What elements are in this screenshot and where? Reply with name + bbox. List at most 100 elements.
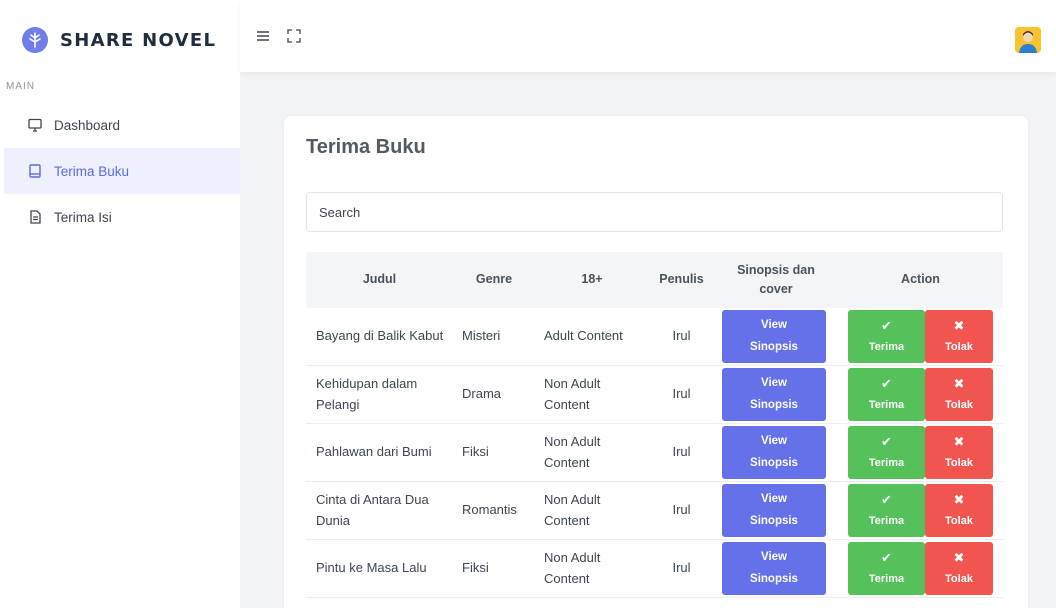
cell-penulis: Irul [649, 539, 714, 598]
sinopsis-label: Sinopsis [750, 398, 798, 411]
table-row: Cinta di Antara Dua Dunia Romantis Non A… [306, 481, 1003, 540]
header-penulis: Penulis [649, 252, 714, 308]
cell-sinopsis: View Sinopsis [714, 539, 838, 598]
header-judul: Judul [306, 252, 453, 308]
cell-18plus: Non Adult Content [535, 365, 649, 424]
sidebar-item-terima-buku[interactable]: Terima Buku [4, 148, 240, 194]
view-sinopsis-button[interactable]: View Sinopsis [722, 310, 826, 363]
view-label: View [761, 551, 787, 564]
tolak-label: Tolak [945, 398, 973, 411]
sidebar-item-label: Dashboard [54, 117, 121, 133]
cell-genre: Romantis [453, 481, 535, 540]
header-sinopsis: Sinopsis dan cover [714, 252, 838, 308]
table-row: Pahlawan dari Bumi Fiksi Non Adult Conte… [306, 423, 1003, 482]
tolak-label: Tolak [945, 456, 973, 469]
cell-judul: Cinta di Antara Dua Dunia [306, 481, 453, 540]
cell-sinopsis: View Sinopsis [714, 423, 838, 482]
sinopsis-label: Sinopsis [750, 456, 798, 469]
check-icon: ✔ [881, 434, 892, 449]
tolak-label: Tolak [945, 514, 973, 527]
terima-button[interactable]: ✔ Terima [848, 426, 925, 479]
cell-sinopsis: View Sinopsis [714, 365, 838, 424]
header-action: Action [838, 252, 1003, 308]
check-icon: ✔ [881, 492, 892, 507]
table-row: Kehidupan dalam Pelangi Drama Non Adult … [306, 365, 1003, 424]
cell-genre: Misteri [453, 308, 535, 366]
file-text-icon [28, 210, 42, 224]
view-label: View [761, 435, 787, 448]
view-label: View [761, 319, 787, 332]
brand-logo[interactable]: SHARE NOVEL [0, 0, 240, 80]
check-icon: ✔ [881, 550, 892, 565]
sidebar-item-label: Terima Buku [54, 163, 130, 179]
book-icon [28, 164, 42, 178]
close-icon: ✖ [953, 434, 965, 449]
cell-action: ✔ Terima ✖ Tolak [838, 365, 1003, 424]
view-sinopsis-button[interactable]: View Sinopsis [722, 484, 826, 537]
close-icon: ✖ [953, 376, 965, 391]
tolak-button[interactable]: ✖ Tolak [925, 484, 993, 537]
close-icon: ✖ [953, 492, 965, 507]
cell-penulis: Irul [649, 423, 714, 482]
view-sinopsis-button[interactable]: View Sinopsis [722, 542, 826, 595]
view-sinopsis-button[interactable]: View Sinopsis [722, 426, 826, 479]
sidebar-item-dashboard[interactable]: Dashboard [4, 102, 240, 148]
topbar [240, 0, 1056, 72]
cell-18plus: Non Adult Content [535, 539, 649, 598]
tolak-button[interactable]: ✖ Tolak [925, 368, 993, 421]
fullscreen-icon[interactable] [284, 26, 304, 46]
page-title: Terima Buku [306, 136, 426, 158]
header-18plus: 18+ [535, 252, 649, 308]
cell-genre: Drama [453, 365, 535, 424]
terima-label: Terima [868, 456, 905, 469]
cell-penulis: Irul [649, 365, 714, 424]
header-genre: Genre [453, 252, 535, 308]
cell-action: ✔ Terima ✖ Tolak [838, 308, 1003, 366]
check-icon: ✔ [881, 318, 892, 333]
sidebar-item-label: Terima Isi [54, 209, 112, 225]
cell-sinopsis: View Sinopsis [714, 308, 838, 366]
terima-button[interactable]: ✔ Terima [848, 310, 925, 363]
sidebar: SHARE NOVEL MAIN Dashboard Terima Buku T… [0, 0, 240, 608]
view-sinopsis-button[interactable]: View Sinopsis [722, 368, 826, 421]
cell-action: ✔ Terima ✖ Tolak [838, 539, 1003, 598]
sinopsis-label: Sinopsis [750, 572, 798, 585]
menu-section-label: MAIN [6, 81, 35, 92]
cell-18plus: Non Adult Content [535, 481, 649, 540]
books-table: Judul Genre 18+ Penulis Sinopsis dan cov… [306, 252, 1003, 598]
tolak-button[interactable]: ✖ Tolak [925, 426, 993, 479]
sinopsis-label: Sinopsis [750, 340, 798, 353]
tolak-label: Tolak [945, 340, 973, 353]
cell-judul: Kehidupan dalam Pelangi [306, 365, 453, 424]
cell-penulis: Irul [649, 481, 714, 540]
monitor-icon [28, 118, 42, 132]
terima-buku-card: Terima Buku Judul Genre 18+ Penulis Sino… [284, 116, 1028, 608]
cell-18plus: Adult Content [535, 308, 649, 366]
search-input[interactable] [306, 192, 1003, 232]
terima-label: Terima [868, 398, 905, 411]
cell-genre: Fiksi [453, 539, 535, 598]
leaf-logo-icon [22, 27, 48, 53]
cell-sinopsis: View Sinopsis [714, 481, 838, 540]
view-label: View [761, 493, 787, 506]
terima-label: Terima [868, 514, 905, 527]
terima-label: Terima [868, 340, 905, 353]
user-avatar-icon[interactable] [1015, 27, 1041, 53]
brand-name: SHARE NOVEL [60, 29, 217, 51]
sinopsis-label: Sinopsis [750, 514, 798, 527]
tolak-button[interactable]: ✖ Tolak [925, 542, 993, 595]
terima-button[interactable]: ✔ Terima [848, 542, 925, 595]
sidebar-item-terima-isi[interactable]: Terima Isi [4, 194, 240, 240]
tolak-button[interactable]: ✖ Tolak [925, 310, 993, 363]
hamburger-icon[interactable] [253, 26, 273, 46]
cell-action: ✔ Terima ✖ Tolak [838, 423, 1003, 482]
table-row: Pintu ke Masa Lalu Fiksi Non Adult Conte… [306, 539, 1003, 598]
cell-18plus: Non Adult Content [535, 423, 649, 482]
cell-judul: Pahlawan dari Bumi [306, 423, 453, 482]
terima-button[interactable]: ✔ Terima [848, 484, 925, 537]
tolak-label: Tolak [945, 572, 973, 585]
terima-button[interactable]: ✔ Terima [848, 368, 925, 421]
cell-judul: Bayang di Balik Kabut [306, 308, 453, 366]
check-icon: ✔ [881, 376, 892, 391]
cell-genre: Fiksi [453, 423, 535, 482]
